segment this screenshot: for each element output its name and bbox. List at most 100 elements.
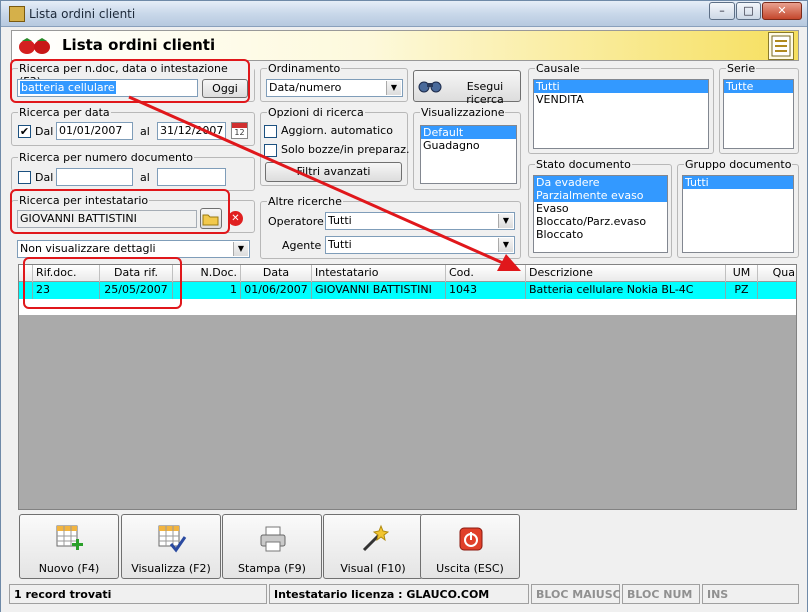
table-cell: PZ xyxy=(726,282,758,299)
table-cell: 1043 xyxy=(446,282,526,299)
serie-item[interactable]: Tutte xyxy=(724,80,793,93)
print-button[interactable]: Stampa (F9) xyxy=(222,514,322,579)
causale-item[interactable]: Tutti xyxy=(534,80,708,93)
chevron-down-icon: ▼ xyxy=(498,214,513,228)
table-cell xyxy=(758,282,796,299)
doc-group-label: Gruppo documento xyxy=(684,158,793,171)
chevron-down-icon: ▼ xyxy=(498,238,513,252)
serie-list[interactable]: Tutte xyxy=(723,79,794,149)
doc-group-item[interactable]: Tutti xyxy=(683,176,793,189)
visualization-item[interactable]: Guadagno xyxy=(421,139,516,152)
clear-icon[interactable]: ✕ xyxy=(228,211,243,226)
run-search-label: Esegui ricerca xyxy=(466,80,504,106)
doc-status-list[interactable]: Da evadere Parzialmente evaso Evaso Bloc… xyxy=(533,175,668,253)
column-header[interactable]: Intestatario xyxy=(312,265,446,282)
visual-button[interactable]: Visual (F10) xyxy=(323,514,423,579)
calendar-icon[interactable]: 12 xyxy=(231,122,248,139)
column-header[interactable]: Data xyxy=(241,265,312,282)
doc-group-list[interactable]: Tutti xyxy=(682,175,794,253)
column-header[interactable]: Qua xyxy=(758,265,796,282)
details-select[interactable]: Non visualizzare dettagli ▼ xyxy=(17,240,250,258)
close-button[interactable]: ✕ xyxy=(762,2,802,20)
serie-label: Serie xyxy=(726,62,757,75)
column-header[interactable]: Cod. xyxy=(446,265,526,282)
table-cell: 1 xyxy=(173,282,241,299)
agent-select[interactable]: Tutti ▼ xyxy=(325,236,515,254)
visualization-item[interactable]: Default xyxy=(421,126,516,139)
causale-label: Causale xyxy=(535,62,581,75)
causale-list[interactable]: Tutti VENDITA xyxy=(533,79,709,149)
visualization-label: Visualizzazione xyxy=(420,106,506,119)
visualization-list[interactable]: Default Guadagno xyxy=(420,125,517,184)
doc-status-item[interactable]: Bloccato/Parz.evaso xyxy=(534,215,667,228)
new-button[interactable]: Nuovo (F4) xyxy=(19,514,119,579)
view-button[interactable]: Visualizza (F2) xyxy=(121,514,221,579)
run-search-button[interactable]: Esegui ricerca xyxy=(413,70,521,106)
window-title: Lista ordini clienti xyxy=(29,7,136,21)
view-button-label: Visualizza (F2) xyxy=(131,562,211,575)
search-number-label: Ricerca per numero documento xyxy=(18,151,195,164)
new-grid-icon xyxy=(56,525,83,550)
magic-wand-icon xyxy=(362,524,389,552)
insert-indicator: INS xyxy=(702,584,799,604)
app-icon xyxy=(9,6,25,22)
agent-label: Agente : xyxy=(282,239,329,252)
annotation-box-search xyxy=(10,59,250,103)
operator-select[interactable]: Tutti ▼ xyxy=(325,212,515,230)
exit-button-label: Uscita (ESC) xyxy=(436,562,504,575)
records-status: 1 record trovati xyxy=(9,584,267,604)
license-status: Intestatario licenza : GLAUCO.COM xyxy=(269,584,529,604)
agent-value: Tutti xyxy=(328,238,352,251)
title-bar: Lista ordini clienti – □ ✕ xyxy=(1,1,807,27)
drafts-only-checkbox[interactable] xyxy=(264,144,277,157)
visual-button-label: Visual (F10) xyxy=(340,562,406,575)
doc-status-item[interactable]: Da evadere xyxy=(534,176,667,189)
column-header[interactable]: UM xyxy=(726,265,758,282)
exit-icon xyxy=(459,527,483,551)
operator-value: Tutti xyxy=(328,214,352,227)
number-from-checkbox[interactable] xyxy=(18,171,31,184)
doc-status-item[interactable]: Bloccato xyxy=(534,228,667,241)
causale-item[interactable]: VENDITA xyxy=(534,93,708,106)
status-bar: 1 record trovati Intestatario licenza : … xyxy=(1,584,807,612)
other-searches-label: Altre ricerche xyxy=(267,195,343,208)
column-header[interactable]: Descrizione xyxy=(526,265,726,282)
chevron-down-icon: ▼ xyxy=(233,242,248,256)
annotation-box-holder xyxy=(10,189,230,234)
date-to-input[interactable]: 31/12/2007 xyxy=(157,122,226,140)
num-lock-indicator: BLOC NUM xyxy=(622,584,700,604)
date-from-checkbox[interactable]: ✔ xyxy=(18,125,31,138)
table-cell: 01/06/2007 xyxy=(241,282,312,299)
doc-status-item[interactable]: Parzialmente evaso xyxy=(534,189,667,202)
auto-update-label: Aggiorn. automatico xyxy=(281,124,393,137)
doc-status-label: Stato documento xyxy=(535,158,632,171)
exit-button[interactable]: Uscita (ESC) xyxy=(420,514,520,579)
operator-label: Operatore : xyxy=(268,215,331,228)
table-cell: GIOVANNI BATTISTINI xyxy=(312,282,446,299)
drafts-only-label: Solo bozze/in preparaz. xyxy=(281,143,410,156)
column-header[interactable]: N.Doc. xyxy=(173,265,241,282)
table-cell: Batteria cellulare Nokia BL-4C xyxy=(526,282,726,299)
date-from-input[interactable]: 01/01/2007 xyxy=(56,122,133,140)
binoculars-icon xyxy=(418,81,442,93)
page-title: Lista ordini clienti xyxy=(62,36,216,54)
annotation-box-grid xyxy=(23,257,182,309)
printer-icon xyxy=(260,526,286,552)
print-button-label: Stampa (F9) xyxy=(238,562,306,575)
number-from-input[interactable] xyxy=(56,168,133,186)
ordering-select[interactable]: Data/numero ▼ xyxy=(266,79,403,97)
list-document-icon xyxy=(768,32,794,60)
number-to-input[interactable] xyxy=(157,168,226,186)
advanced-filters-button[interactable]: Filtri avanzati xyxy=(265,162,402,182)
new-button-label: Nuovo (F4) xyxy=(38,562,100,575)
details-value: Non visualizzare dettagli xyxy=(20,242,156,255)
minimize-button[interactable]: – xyxy=(709,2,735,20)
maximize-button[interactable]: □ xyxy=(736,2,761,20)
date-to-label: al xyxy=(140,125,150,138)
doc-status-item[interactable]: Evaso xyxy=(534,202,667,215)
number-from-label: Dal xyxy=(35,171,54,184)
ordering-value: Data/numero xyxy=(269,81,342,94)
view-grid-icon xyxy=(158,525,187,553)
search-date-label: Ricerca per data xyxy=(18,106,111,119)
auto-update-checkbox[interactable] xyxy=(264,125,277,138)
